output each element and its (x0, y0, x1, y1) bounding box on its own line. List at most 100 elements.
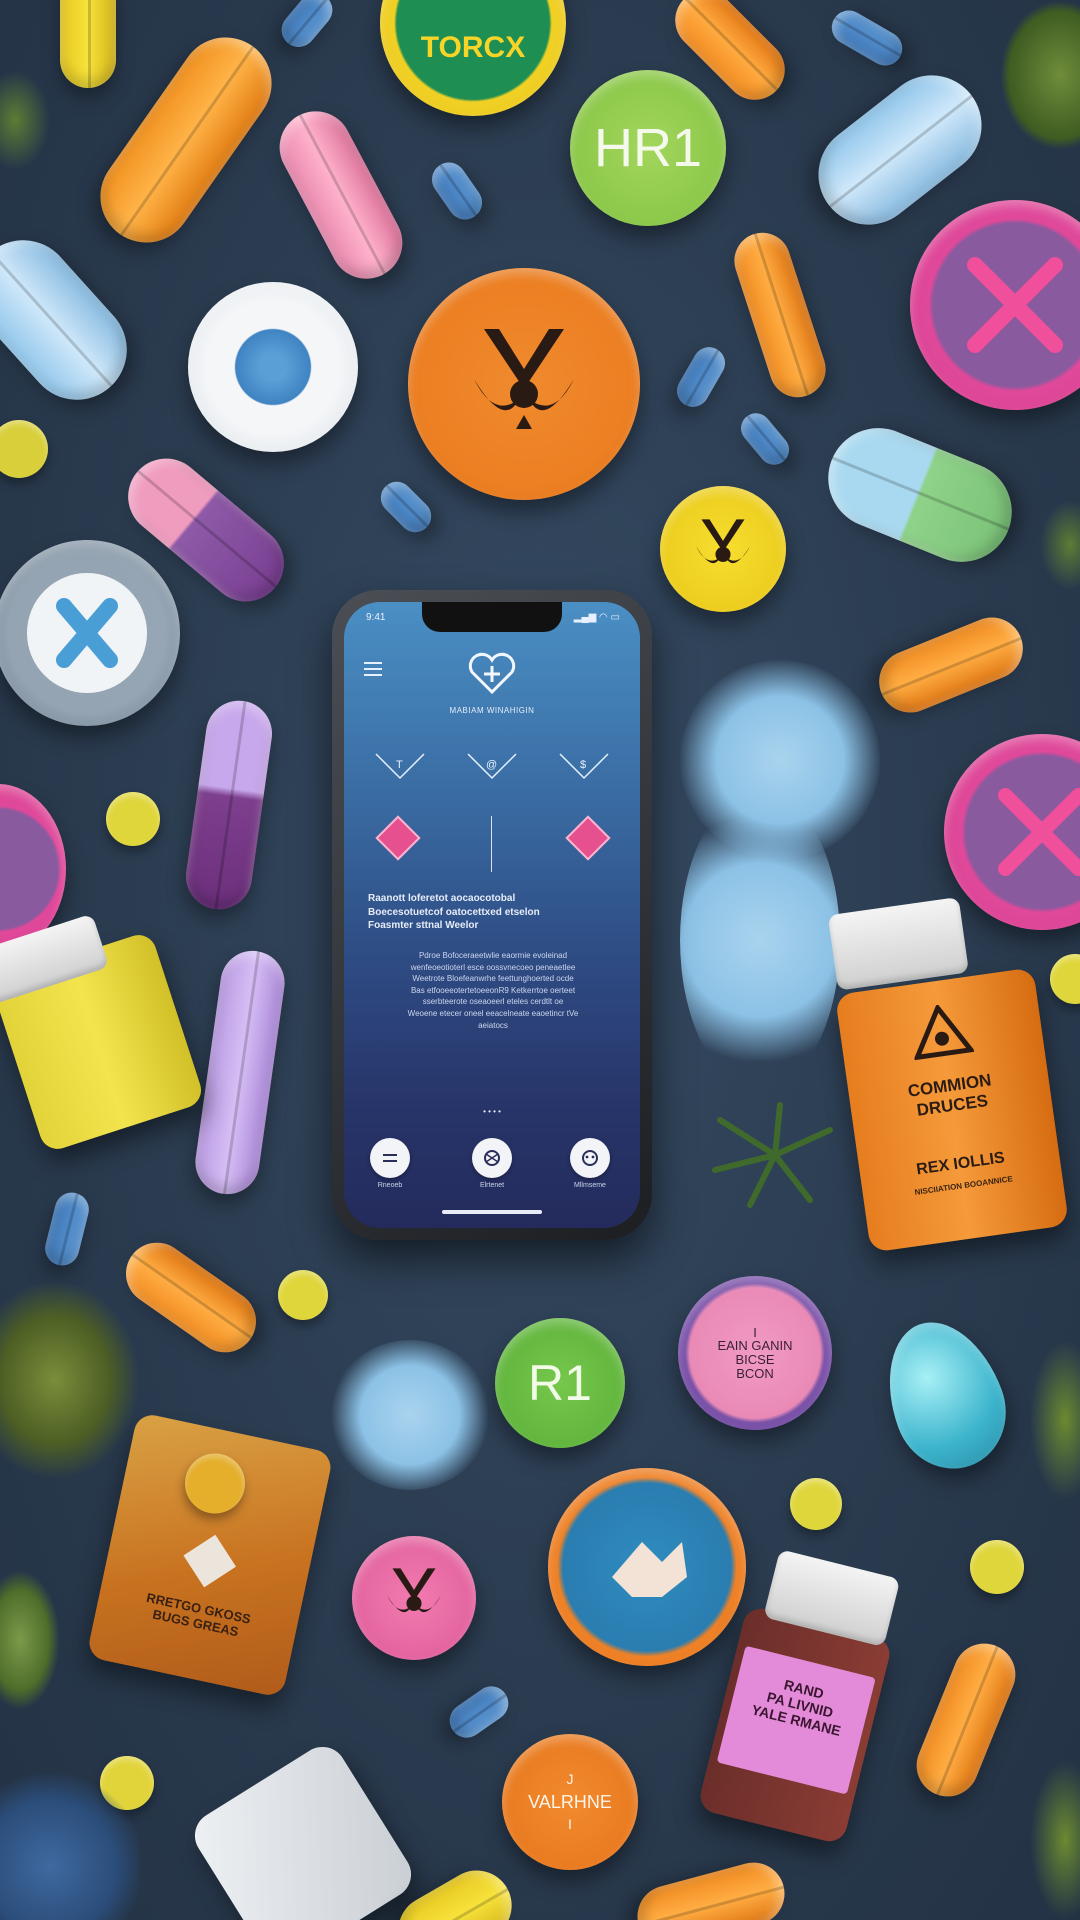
blue-green-capsule (813, 413, 1027, 577)
plant-leaf (0, 1570, 60, 1710)
hazard-icon (696, 519, 750, 564)
plant-leaf (1030, 1340, 1080, 1500)
product-scene: TORCX HR1 COMMION DRUCES REX IOLLIS NISC… (0, 0, 1080, 1920)
blue-small-capsule (443, 1679, 515, 1745)
valrhne-label: VALRHNE (528, 1791, 612, 1812)
yellow-tablet (278, 1270, 328, 1320)
blue-powder (680, 790, 840, 1090)
white-blue-tablet (188, 282, 358, 452)
yellow-jar (0, 913, 206, 1154)
status-icons: ▂▄▆ ◠ ▭ (573, 612, 620, 623)
svg-text:$: $ (580, 759, 586, 771)
chevron-down-icon[interactable]: $ (558, 752, 610, 780)
pink-x-disc (944, 734, 1080, 930)
warning-icon (913, 1003, 975, 1061)
yellow-tablet (970, 1540, 1024, 1594)
handshake-icon (612, 1542, 687, 1597)
plant-leaf (1030, 1760, 1080, 1920)
chevron-down-icon[interactable]: @ (466, 752, 518, 780)
heart-logo-icon (468, 652, 516, 695)
x-icon (56, 598, 118, 668)
chevron-down-icon[interactable]: T (374, 752, 426, 780)
nav-profile-button[interactable] (570, 1138, 610, 1178)
menu-icon[interactable] (364, 662, 382, 676)
torcx-label: TORCX (420, 31, 526, 65)
plant-bush (0, 1280, 140, 1480)
blue-small-capsule (41, 1188, 93, 1270)
lavender-capsule (191, 946, 289, 1199)
r1-label: R1 (528, 1354, 592, 1411)
orange-ring-badge (548, 1468, 746, 1666)
yellow-tablet (106, 792, 160, 846)
yellow-capsule (60, 0, 116, 88)
purple-bottle: RAND PA LIVNID YALE RMANE (696, 1549, 901, 1846)
yellow-tablet (790, 1478, 842, 1530)
pink-x-disc (910, 200, 1080, 410)
pink-badge-label: I EAIN GANIN BICSE BCON (717, 1324, 793, 1381)
orange-valrhne-badge: J VALRHNE I (502, 1734, 638, 1870)
nav-home-button[interactable] (370, 1138, 410, 1178)
flower-icon (225, 319, 321, 415)
plant-leaf (1000, 0, 1080, 150)
yellow-tablet (1050, 954, 1080, 1004)
torcx-badge: TORCX (380, 0, 566, 116)
app-body-text: Pdroe Bofoceraeetwlie eaormie evoleinad … (407, 951, 579, 1030)
face-icon (582, 1150, 598, 1166)
blue-powder (330, 1340, 490, 1490)
teal-drop (867, 1305, 1023, 1485)
smartphone: 9:41 ▂▄▆ ◠ ▭ MABIAM WINAHIGIN T @ $ Raan… (332, 590, 652, 1240)
orange-capsule (630, 1855, 792, 1920)
badge-bottom-mark: I (568, 1816, 572, 1833)
bottle-title: COMMION DRUCES (906, 1070, 993, 1120)
status-time: 9:41 (366, 612, 386, 623)
diamond-badge-icon[interactable] (375, 815, 421, 861)
blue-x-tablet (0, 540, 180, 726)
white-jar (185, 1737, 421, 1920)
orange-capsule (869, 608, 1033, 722)
orange-capsule (727, 225, 833, 405)
hazard-orange-badge (408, 268, 640, 500)
svg-text:T: T (396, 759, 403, 771)
molecule-icon (484, 1150, 500, 1166)
hazard-icon (387, 1568, 441, 1613)
lavender-capsule (181, 696, 277, 914)
x-icon (998, 788, 1080, 876)
blue-crystals (0, 1770, 140, 1920)
app-screen: 9:41 ▂▄▆ ◠ ▭ MABIAM WINAHIGIN T @ $ Raan… (344, 602, 640, 1228)
phone-notch (422, 602, 562, 632)
nav-explore-button[interactable] (472, 1138, 512, 1178)
blue-small-capsule (825, 4, 909, 72)
app-headline: Raanott loferetot aocaocotobal Boecesotu… (368, 893, 540, 931)
blue-small-capsule (274, 0, 340, 54)
blue-small-capsule (425, 155, 489, 227)
equals-icon (383, 1154, 397, 1162)
diamond-badge-icon[interactable] (565, 815, 611, 861)
hazard-icon (474, 329, 574, 429)
hr1-label: HR1 (593, 117, 703, 178)
nav-label: Rneoeb (377, 1182, 403, 1189)
orange-capsule (907, 1634, 1025, 1806)
amber-jar-text: RRETGO GKOSS BUGS GREAS (145, 1589, 253, 1640)
diamond-icon (183, 1534, 237, 1588)
pink-hazard-tablet (352, 1536, 476, 1660)
nav-label: Mllmseme (574, 1182, 606, 1189)
blue-small-capsule (671, 341, 731, 413)
plant-leaf (0, 70, 50, 170)
nav-label: Elrtenet (479, 1182, 505, 1189)
hr1-badge: HR1 (570, 70, 726, 226)
plant-leaf (1040, 500, 1080, 590)
yellow-hazard-tablet (660, 486, 786, 612)
lightblue-capsule (0, 219, 148, 421)
yellow-tablet (0, 420, 48, 478)
divider-line (491, 816, 492, 872)
home-indicator[interactable] (442, 1210, 542, 1214)
app-header-title: MABIAM WINAHIGIN (449, 706, 535, 715)
star-leaf-icon (710, 1100, 840, 1210)
pink-label-badge: I EAIN GANIN BICSE BCON (678, 1276, 832, 1430)
page-indicator[interactable]: • • • • (344, 1107, 640, 1116)
pink-capsule (266, 98, 416, 292)
svg-text:@: @ (486, 759, 497, 771)
blue-small-capsule (734, 407, 796, 471)
x-icon (967, 257, 1063, 353)
r1-badge: R1 (495, 1318, 625, 1448)
